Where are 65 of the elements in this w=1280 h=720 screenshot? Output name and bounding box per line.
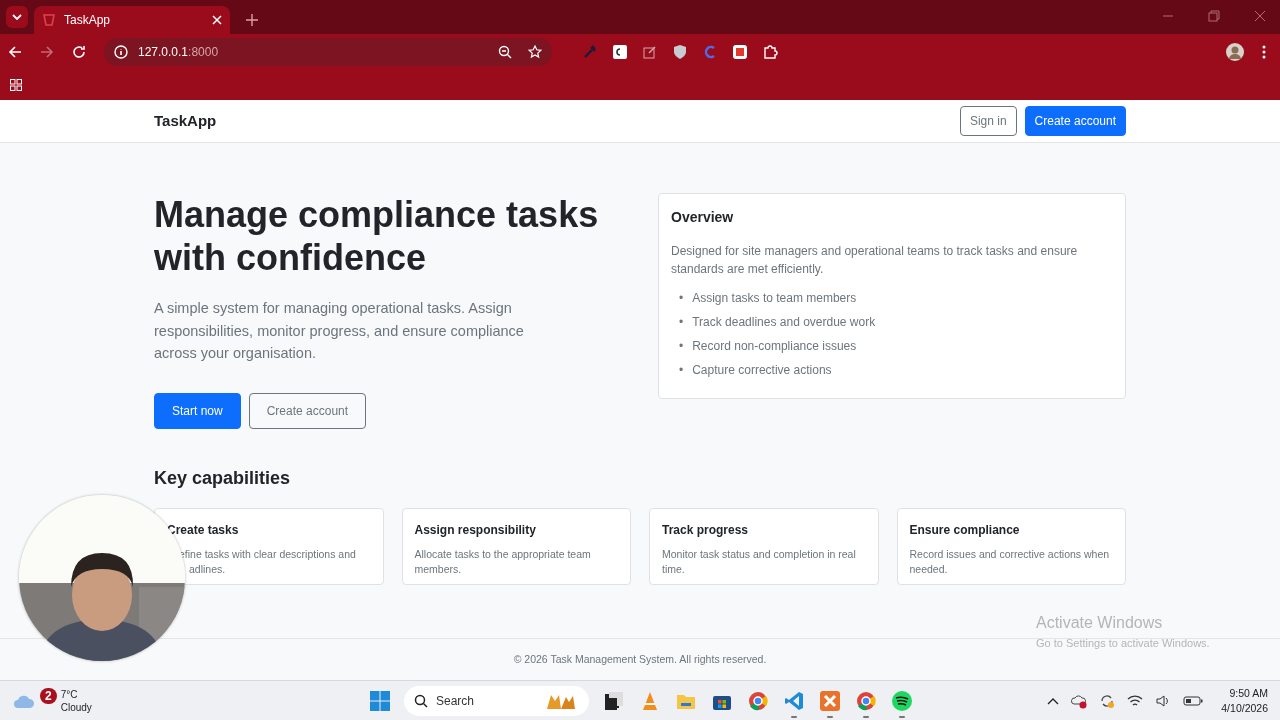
capture-icon[interactable] — [732, 44, 748, 60]
notification-badge: 2 — [40, 687, 57, 704]
windows-start-icon[interactable] — [370, 690, 390, 711]
server-app-icon[interactable] — [819, 689, 841, 718]
caret-icon — [12, 14, 22, 20]
hero-title: Manage compliance tasks with confidence — [154, 193, 600, 280]
list-item: Record non-compliance issues — [692, 338, 857, 355]
bullet-mark: • — [679, 362, 684, 379]
watermark-subtitle: Go to Settings to activate Windows. — [1036, 636, 1210, 651]
card-text: Designed for site managers and operational teams to track tasks and ensure standards are met efficiently. — [671, 243, 1079, 278]
back-icon[interactable] — [8, 45, 22, 59]
tab-title: TaskApp — [64, 12, 112, 29]
cloud-error-icon[interactable] — [1071, 692, 1088, 709]
more-icon[interactable] — [1262, 45, 1266, 59]
zoom-icon[interactable] — [498, 45, 512, 59]
wifi-icon[interactable] — [1127, 693, 1144, 708]
date-text[interactable]: 4/10/2026 — [1221, 700, 1268, 715]
puzzle-icon[interactable] — [762, 44, 778, 60]
reload-icon[interactable] — [72, 45, 86, 59]
browser-tab[interactable]: TaskApp — [34, 6, 230, 34]
create-account-button[interactable]: Create account — [1024, 106, 1126, 136]
sign-in-button[interactable]: Sign in — [959, 106, 1017, 136]
search-icon — [414, 693, 428, 708]
card-title: Ensure compliance — [909, 521, 1021, 539]
search-field[interactable]: Search — [404, 685, 589, 716]
shield-icon[interactable] — [672, 44, 688, 60]
battery-icon[interactable] — [1183, 694, 1204, 707]
card-title: Overview — [671, 208, 735, 227]
search-placeholder: Search — [436, 692, 476, 710]
section-title: Key capabilities — [154, 466, 292, 490]
weather-text: Cloudy — [60, 700, 92, 714]
list-item: Capture corrective actions — [692, 362, 832, 379]
plus-icon[interactable] — [246, 14, 258, 26]
edit-icon[interactable] — [642, 44, 658, 60]
tab-menu-button[interactable] — [6, 6, 28, 28]
info-icon[interactable] — [114, 45, 128, 59]
start-button[interactable]: Start now — [154, 392, 241, 429]
hero-description: A simple system for managing operational tasks. Assign responsibilities, monitor progress, and ensure compliance across your organisation. — [154, 299, 525, 364]
card-text: Record issues and corrective actions when needed. — [909, 546, 1111, 577]
card-title: Assign responsibility — [414, 521, 537, 539]
list-item: Assign tasks to team members — [692, 290, 857, 307]
card-text: Allocate tasks to the appropriate team members. — [414, 546, 592, 577]
brand-name[interactable]: TaskApp — [154, 109, 217, 133]
music-icon[interactable] — [891, 689, 913, 718]
extension-icon[interactable] — [612, 44, 628, 60]
temperature-text: 7°C — [60, 687, 79, 701]
apps-icon[interactable] — [10, 79, 22, 91]
create-account-button[interactable]: Create account — [248, 392, 367, 429]
avatar-icon[interactable] — [1226, 43, 1244, 61]
bullet-mark: • — [679, 290, 684, 307]
watermark-title: Activate Windows — [1036, 613, 1164, 633]
address-bar[interactable]: 127.0.0.1:8000 — [104, 38, 552, 66]
card-title: Track progress — [662, 521, 750, 539]
code-editor-icon[interactable] — [783, 689, 805, 718]
site-icon — [42, 13, 56, 27]
bullet-mark: • — [679, 338, 684, 355]
chevron-up-icon[interactable] — [1047, 696, 1060, 705]
time-text[interactable]: 9:50 AM — [1221, 686, 1268, 701]
star-icon[interactable] — [528, 45, 542, 59]
url-text: 127.0.0.1:8000 — [138, 44, 219, 61]
browser-icon[interactable] — [855, 689, 877, 718]
sync-icon[interactable] — [1099, 692, 1116, 709]
list-item: Track deadlines and overdue work — [692, 314, 876, 331]
bullet-mark: • — [679, 314, 684, 331]
card-text: Monitor task status and completion in real time. — [662, 546, 857, 577]
